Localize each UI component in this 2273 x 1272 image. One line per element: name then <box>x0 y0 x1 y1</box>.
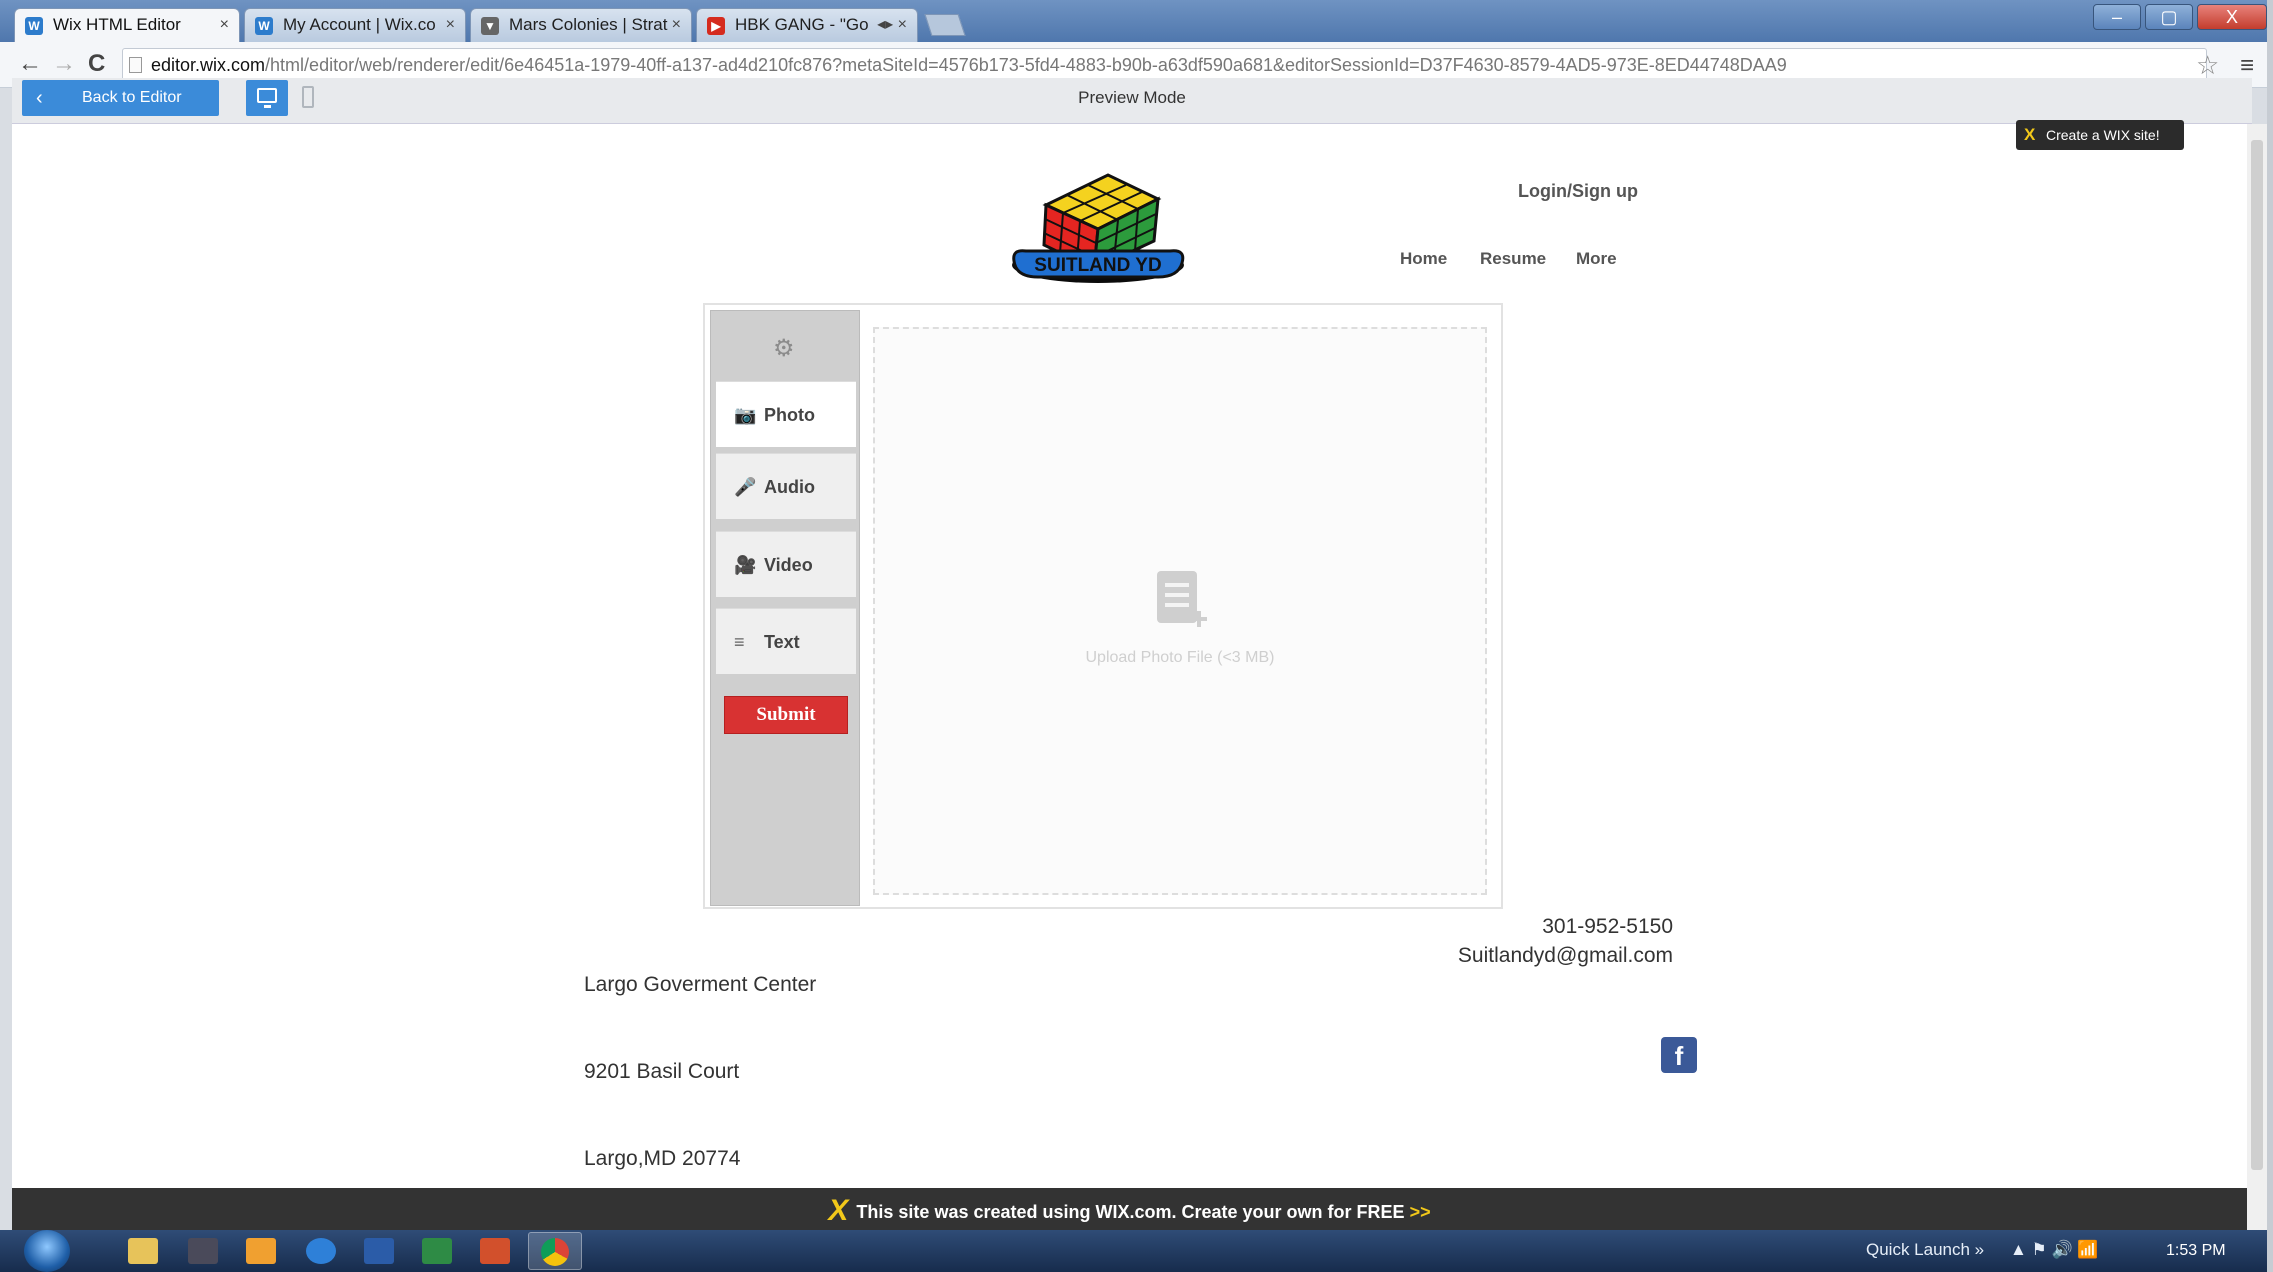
address-bar[interactable]: editor.wix.com/html/editor/web/renderer/… <box>122 48 2207 82</box>
quick-launch-toolbar[interactable]: Quick Launch » <box>1866 1240 1984 1260</box>
upload-hint-text: Upload Photo File (<3 MB) <box>1085 649 1275 666</box>
back-arrow-icon[interactable]: ← <box>18 50 42 78</box>
wix-ad-banner[interactable]: X This site was created using WIX.com. Cr… <box>12 1188 2247 1230</box>
tab-audio-close-icons[interactable]: ◂▸ × <box>877 9 907 41</box>
logo-text: SUITLAND YD <box>1034 255 1161 276</box>
close-tab-icon[interactable]: × <box>446 9 455 41</box>
browser-tab-strip: W Wix HTML Editor × W My Account | Wix.c… <box>0 0 2273 42</box>
media-upload-widget: ⚙ 📷 Photo 🎤 Audio 🎥 Video ≡ Text Submit <box>703 303 1503 909</box>
url-host: editor.wix.com <box>151 55 266 75</box>
scrollbar-thumb[interactable] <box>2251 140 2263 1170</box>
wix-preview-bar: ‹ Back to Editor Preview Mode <box>12 78 2252 124</box>
media-type-sidebar: ⚙ 📷 Photo 🎤 Audio 🎥 Video ≡ Text Submit <box>710 310 860 906</box>
system-tray-icons[interactable]: ▲ ⚑ 🔊 📶 <box>2010 1240 2099 1260</box>
windows-taskbar: Quick Launch » ▲ ⚑ 🔊 📶 1:53 PM <box>0 1230 2273 1272</box>
tab-label: Photo <box>764 405 815 425</box>
screen: W Wix HTML Editor × W My Account | Wix.c… <box>0 0 2273 1272</box>
outlook-icon[interactable] <box>246 1238 276 1264</box>
upload-drop-zone[interactable]: Upload Photo File (<3 MB) <box>873 327 1487 895</box>
pin-icon: ▼ <box>481 17 499 35</box>
address-block: Largo Goverment Center 9201 Basil Court … <box>584 912 816 1231</box>
close-tab-icon[interactable]: × <box>220 9 229 41</box>
create-wix-site-button[interactable]: X Create a WIX site! <box>2016 120 2184 150</box>
browser-menu-icon[interactable]: ≡ <box>2240 52 2254 80</box>
forward-arrow-icon[interactable]: → <box>52 50 76 78</box>
excel-icon[interactable] <box>422 1238 452 1264</box>
close-window-button[interactable]: X <box>2197 4 2267 30</box>
tab-mars-colonies[interactable]: ▼ Mars Colonies | Strat × <box>470 8 692 42</box>
nav-more[interactable]: More <box>1576 249 1617 269</box>
camera-icon: 📷 <box>734 405 757 425</box>
banner-arrow: >> <box>1409 1202 1431 1222</box>
address-line: 9201 Basil Court <box>584 1060 740 1083</box>
text-lines-icon: ≡ <box>734 632 745 652</box>
media-player-icon[interactable] <box>188 1238 218 1264</box>
wix-icon: W <box>25 17 43 35</box>
tab-wix-html-editor[interactable]: W Wix HTML Editor × <box>14 8 240 42</box>
tab-text[interactable]: ≡ Text <box>716 608 856 674</box>
chrome-icon <box>541 1238 569 1266</box>
maximize-button[interactable]: ▢ <box>2145 4 2193 30</box>
gear-icon[interactable]: ⚙ <box>773 334 795 363</box>
new-tab-button[interactable] <box>924 14 966 36</box>
reload-icon[interactable]: C <box>88 50 105 78</box>
address-line: Largo,MD 20774 <box>584 1147 741 1170</box>
chrome-taskbar-item[interactable] <box>528 1232 582 1270</box>
tab-video[interactable]: 🎥 Video <box>716 531 856 597</box>
contact-block: 301-952-5150 Suitlandyd@gmail.com <box>1353 912 1673 970</box>
page-icon <box>129 57 142 73</box>
bookmark-star-icon[interactable]: ☆ <box>2196 50 2219 81</box>
nav-home[interactable]: Home <box>1400 249 1447 269</box>
window-edge <box>2267 0 2273 1272</box>
wix-logo-icon: X <box>828 1194 849 1227</box>
tab-label: Mars Colonies | Strat <box>509 15 668 34</box>
url-path: /html/editor/web/renderer/edit/6e46451a-… <box>265 55 1787 75</box>
internet-explorer-icon[interactable] <box>306 1238 336 1264</box>
tab-hbk-gang[interactable]: ▶ HBK GANG - "Go ◂▸ × <box>696 8 918 42</box>
close-tab-icon[interactable]: × <box>672 9 681 41</box>
email-address: Suitlandyd@gmail.com <box>1457 944 1673 967</box>
video-camera-icon: 🎥 <box>734 555 757 575</box>
tab-label: Video <box>764 555 813 575</box>
powerpoint-icon[interactable] <box>480 1238 510 1264</box>
wix-logo-icon: X <box>2024 125 2036 144</box>
youtube-icon: ▶ <box>707 17 725 35</box>
facebook-icon[interactable]: f <box>1661 1037 1697 1073</box>
phone-number: 301-952-5150 <box>1542 915 1673 938</box>
tab-photo[interactable]: 📷 Photo <box>716 381 856 447</box>
submit-button[interactable]: Submit <box>724 696 848 734</box>
preview-mode-label: Preview Mode <box>1078 88 1186 107</box>
start-button[interactable] <box>24 1230 70 1272</box>
page-scrollbar[interactable] <box>2247 124 2267 1230</box>
nav-resume[interactable]: Resume <box>1480 249 1546 269</box>
tab-audio[interactable]: 🎤 Audio <box>716 453 856 519</box>
tab-label: Text <box>764 632 800 652</box>
site-logo[interactable]: SUITLAND YD <box>1008 165 1188 289</box>
wix-icon: W <box>255 17 273 35</box>
login-signup-link[interactable]: Login/Sign up <box>1518 181 1638 202</box>
tab-my-account[interactable]: W My Account | Wix.co × <box>244 8 466 42</box>
tab-label: Audio <box>764 477 815 497</box>
address-line: Largo Goverment Center <box>584 973 817 996</box>
wix-banner-text: This site was created using WIX.com. Cre… <box>856 1202 1405 1222</box>
word-icon[interactable] <box>364 1238 394 1264</box>
upload-file-icon <box>1157 571 1207 627</box>
folder-icon[interactable] <box>128 1238 158 1264</box>
tab-label: Wix HTML Editor <box>53 15 181 34</box>
microphone-icon: 🎤 <box>734 477 757 497</box>
minimize-button[interactable]: – <box>2093 4 2141 30</box>
window-controls: – ▢ X <box>2093 4 2267 30</box>
taskbar-clock[interactable]: 1:53 PM <box>2166 1242 2226 1260</box>
tab-label: My Account | Wix.co <box>283 15 436 34</box>
create-wix-label: Create a WIX site! <box>2046 127 2160 143</box>
tab-label: HBK GANG - "Go <box>735 15 869 34</box>
